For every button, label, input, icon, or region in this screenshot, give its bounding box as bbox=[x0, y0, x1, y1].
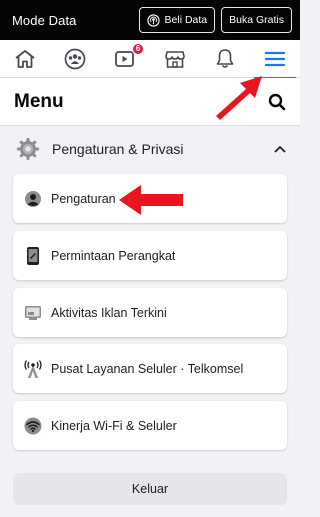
bell-icon bbox=[216, 49, 234, 68]
buy-data-button[interactable]: Beli Data bbox=[138, 7, 216, 33]
device-icon bbox=[23, 246, 43, 266]
section-label: Pengaturan & Privasi bbox=[52, 141, 184, 157]
nav-home[interactable] bbox=[0, 40, 50, 78]
data-mode-bar: Mode Data Beli Data Buka Gratis bbox=[0, 0, 300, 40]
groups-icon bbox=[64, 48, 86, 69]
logout-button[interactable]: Keluar bbox=[13, 473, 287, 505]
nav-marketplace[interactable] bbox=[150, 40, 200, 78]
menu-item-label: Aktivitas Iklan Terkini bbox=[51, 305, 167, 320]
buy-data-label: Beli Data bbox=[164, 14, 208, 26]
gear-icon bbox=[17, 138, 39, 160]
open-free-label: Buka Gratis bbox=[229, 14, 284, 26]
annotation-arrow-settings bbox=[119, 185, 183, 215]
menu-item-label: Pengaturan bbox=[51, 191, 116, 206]
home-icon bbox=[15, 49, 35, 68]
menu-item-mobile-service-center[interactable]: Pusat Layanan Seluler · Telkomsel bbox=[13, 344, 287, 393]
menu-item-label: Kinerja Wi-Fi & Seluler bbox=[51, 418, 177, 433]
menu-item-device-requests[interactable]: Permintaan Perangkat bbox=[13, 231, 287, 280]
menu-item-wifi-cellular-performance[interactable]: Kinerja Wi-Fi & Seluler bbox=[13, 401, 287, 450]
logout-label: Keluar bbox=[131, 482, 169, 496]
marketplace-icon bbox=[165, 50, 185, 68]
menu-item-recent-ad-activity[interactable]: Aktivitas Iklan Terkini bbox=[13, 288, 287, 337]
chevron-up-icon bbox=[274, 146, 286, 153]
data-mode-label: Mode Data bbox=[12, 12, 77, 28]
ad-activity-icon bbox=[23, 303, 43, 323]
open-free-button[interactable]: Buka Gratis bbox=[221, 7, 292, 33]
signal-icon bbox=[146, 13, 160, 27]
menu-icon bbox=[264, 51, 286, 66]
cell-tower-icon bbox=[23, 359, 43, 379]
profile-settings-icon bbox=[23, 189, 43, 209]
nav-groups[interactable] bbox=[50, 40, 100, 78]
settings-privacy-section[interactable]: Pengaturan & Privasi bbox=[0, 128, 300, 170]
menu-item-label: Pusat Layanan Seluler · Telkomsel bbox=[51, 361, 244, 376]
menu-item-label: Permintaan Perangkat bbox=[51, 248, 176, 263]
annotation-arrow-menu bbox=[216, 76, 262, 120]
video-notification-badge: 6 bbox=[132, 42, 144, 55]
nav-video[interactable]: 6 bbox=[100, 40, 150, 78]
search-icon[interactable] bbox=[268, 93, 286, 111]
wifi-icon bbox=[23, 416, 43, 436]
